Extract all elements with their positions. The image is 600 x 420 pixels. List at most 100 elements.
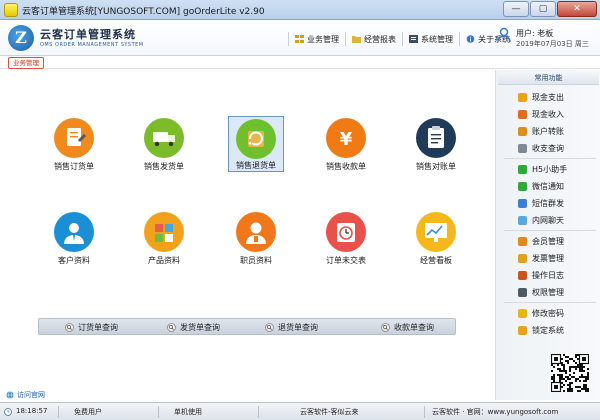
tile-label: 销售对账单 — [416, 162, 456, 171]
sidebar-item[interactable]: 收支查询 — [518, 143, 564, 154]
globe-icon — [6, 391, 14, 399]
brand-subtitle: OMS ORDER MANAGEMENT SYSTEM — [40, 42, 144, 48]
tile-yen[interactable]: ¥ 销售收款单 — [310, 118, 380, 180]
query-orders[interactable]: 订货单查询 — [65, 322, 118, 333]
sidebar-item[interactable]: 锁定系统 — [518, 325, 564, 336]
tile-label: 经营看板 — [420, 256, 452, 265]
query-receipts[interactable]: 收款单查询 — [381, 322, 434, 333]
query-label: 发货单查询 — [180, 323, 220, 332]
close-button[interactable]: ✕ — [557, 1, 597, 17]
tile-employee[interactable]: 职员资料 — [220, 212, 290, 274]
sidebar-item-icon — [518, 199, 527, 208]
minimize-button[interactable]: — — [503, 1, 529, 17]
sidebar-item-icon — [518, 127, 527, 136]
sidebar-separator — [504, 230, 596, 231]
order-icon — [54, 118, 94, 158]
tab-business[interactable]: 业务管理 — [8, 57, 44, 69]
status-user-type: 免费用户 — [74, 408, 102, 416]
nav-business[interactable]: 业务管理 — [288, 32, 345, 46]
sidebar-item[interactable]: H5小助手 — [518, 164, 567, 175]
sidebar-item[interactable]: 修改密码 — [518, 308, 564, 319]
sidebar-item[interactable]: 现金收入 — [518, 109, 564, 120]
website-link[interactable]: 访问官网 — [6, 390, 45, 400]
status-vendor: 云客软件-客似云来 — [300, 408, 359, 416]
tile-board[interactable]: 经营看板 — [400, 212, 470, 274]
window-controls: — ▢ ✕ — [503, 1, 597, 17]
sidebar-item-label: 内网聊天 — [532, 216, 564, 225]
nav-reports[interactable]: 经营报表 — [345, 32, 402, 46]
status-site: 云客软件 · 官网：www.yungosoft.com — [432, 408, 559, 416]
tile-label: 销售收款单 — [326, 162, 366, 171]
user-icon — [497, 27, 511, 43]
clock-icon — [326, 212, 366, 252]
grid-icon — [295, 35, 304, 43]
board-icon — [416, 212, 456, 252]
sidebar-item-icon — [518, 271, 527, 280]
status-divider — [58, 406, 59, 418]
sidebar-item[interactable]: 发票管理 — [518, 253, 564, 264]
sidebar-item-icon — [518, 93, 527, 102]
tile-truck[interactable]: 销售发货单 — [128, 118, 198, 180]
tile-return[interactable]: 销售退货单 — [228, 116, 284, 172]
nav-label: 系统管理 — [421, 34, 453, 44]
customer-icon — [54, 212, 94, 252]
sidebar-item-label: 微信通知 — [532, 182, 564, 191]
sidebar-item[interactable]: 微信通知 — [518, 181, 564, 192]
sidebar-item[interactable]: 短信群发 — [518, 198, 564, 209]
tile-label: 销售发货单 — [144, 162, 184, 171]
sidebar-item[interactable]: 会员管理 — [518, 236, 564, 247]
common-functions-sidebar: 常用功能 现金支出 现金收入 账户转账 收支查询 H5小助手 微信通知 短信群发 内网聊天 会员… — [495, 70, 600, 400]
query-returns[interactable]: 退货单查询 — [265, 322, 318, 333]
sidebar-item-icon — [518, 254, 527, 263]
query-shipments[interactable]: 发货单查询 — [167, 322, 220, 333]
sidebar-separator — [504, 302, 596, 303]
status-bar: 18:18:57 免费用户 单机使用 云客软件-客似云来 云客软件 · 官网：w… — [0, 402, 600, 420]
clipboard-icon — [416, 118, 456, 158]
sidebar-item[interactable]: 内网聊天 — [518, 215, 564, 226]
sidebar-item[interactable]: 权限管理 — [518, 287, 564, 298]
list-icon — [409, 35, 418, 43]
sidebar-item-icon — [518, 182, 527, 191]
tile-clock[interactable]: 订单未交表 — [310, 212, 380, 274]
tile-product[interactable]: 产品资料 — [128, 212, 198, 274]
sidebar-item-label: 权限管理 — [532, 288, 564, 297]
truck-icon — [144, 118, 184, 158]
tile-label: 订单未交表 — [326, 256, 366, 265]
sidebar-item[interactable]: 账户转账 — [518, 126, 564, 137]
info-icon — [466, 35, 475, 43]
sidebar-item[interactable]: 现金支出 — [518, 92, 564, 103]
tile-label: 产品资料 — [148, 256, 180, 265]
top-nav: 业务管理 经营报表 系统管理 关于系统 — [288, 32, 516, 46]
website-link-label: 访问官网 — [17, 391, 45, 399]
tile-clipboard[interactable]: 销售对账单 — [400, 118, 470, 180]
folder-icon — [352, 36, 361, 43]
search-icon — [265, 323, 274, 332]
nav-system[interactable]: 系统管理 — [402, 32, 459, 46]
sidebar-item-label: 操作日志 — [532, 271, 564, 280]
maximize-button[interactable]: ▢ — [530, 1, 556, 17]
tile-customer[interactable]: 客户资料 — [38, 212, 108, 274]
tile-label: 客户资料 — [58, 256, 90, 265]
sidebar-item[interactable]: 操作日志 — [518, 270, 564, 281]
employee-icon — [236, 212, 276, 252]
sidebar-item-label: 会员管理 — [532, 237, 564, 246]
tab-strip: 业务管理 — [0, 57, 600, 69]
brand-name: 云客订单管理系统 — [40, 28, 136, 41]
return-icon — [236, 119, 276, 159]
app-header: Z 云客订单管理系统 OMS ORDER MANAGEMENT SYSTEM 业… — [0, 20, 600, 56]
search-icon — [65, 323, 74, 332]
sidebar-item-icon — [518, 165, 527, 174]
query-label: 订货单查询 — [78, 323, 118, 332]
sidebar-item-icon — [518, 110, 527, 119]
svg-text:¥: ¥ — [340, 129, 353, 150]
sidebar-item-label: 短信群发 — [532, 199, 564, 208]
sidebar-item-icon — [518, 144, 527, 153]
query-label: 退货单查询 — [278, 323, 318, 332]
sidebar-item-label: 锁定系统 — [532, 326, 564, 335]
status-time: 18:18:57 — [16, 407, 48, 415]
app-icon — [4, 3, 18, 17]
nav-label: 业务管理 — [307, 34, 339, 44]
sidebar-item-icon — [518, 309, 527, 318]
sidebar-item-label: 修改密码 — [532, 309, 564, 318]
tile-order[interactable]: 销售订货单 — [38, 118, 108, 180]
